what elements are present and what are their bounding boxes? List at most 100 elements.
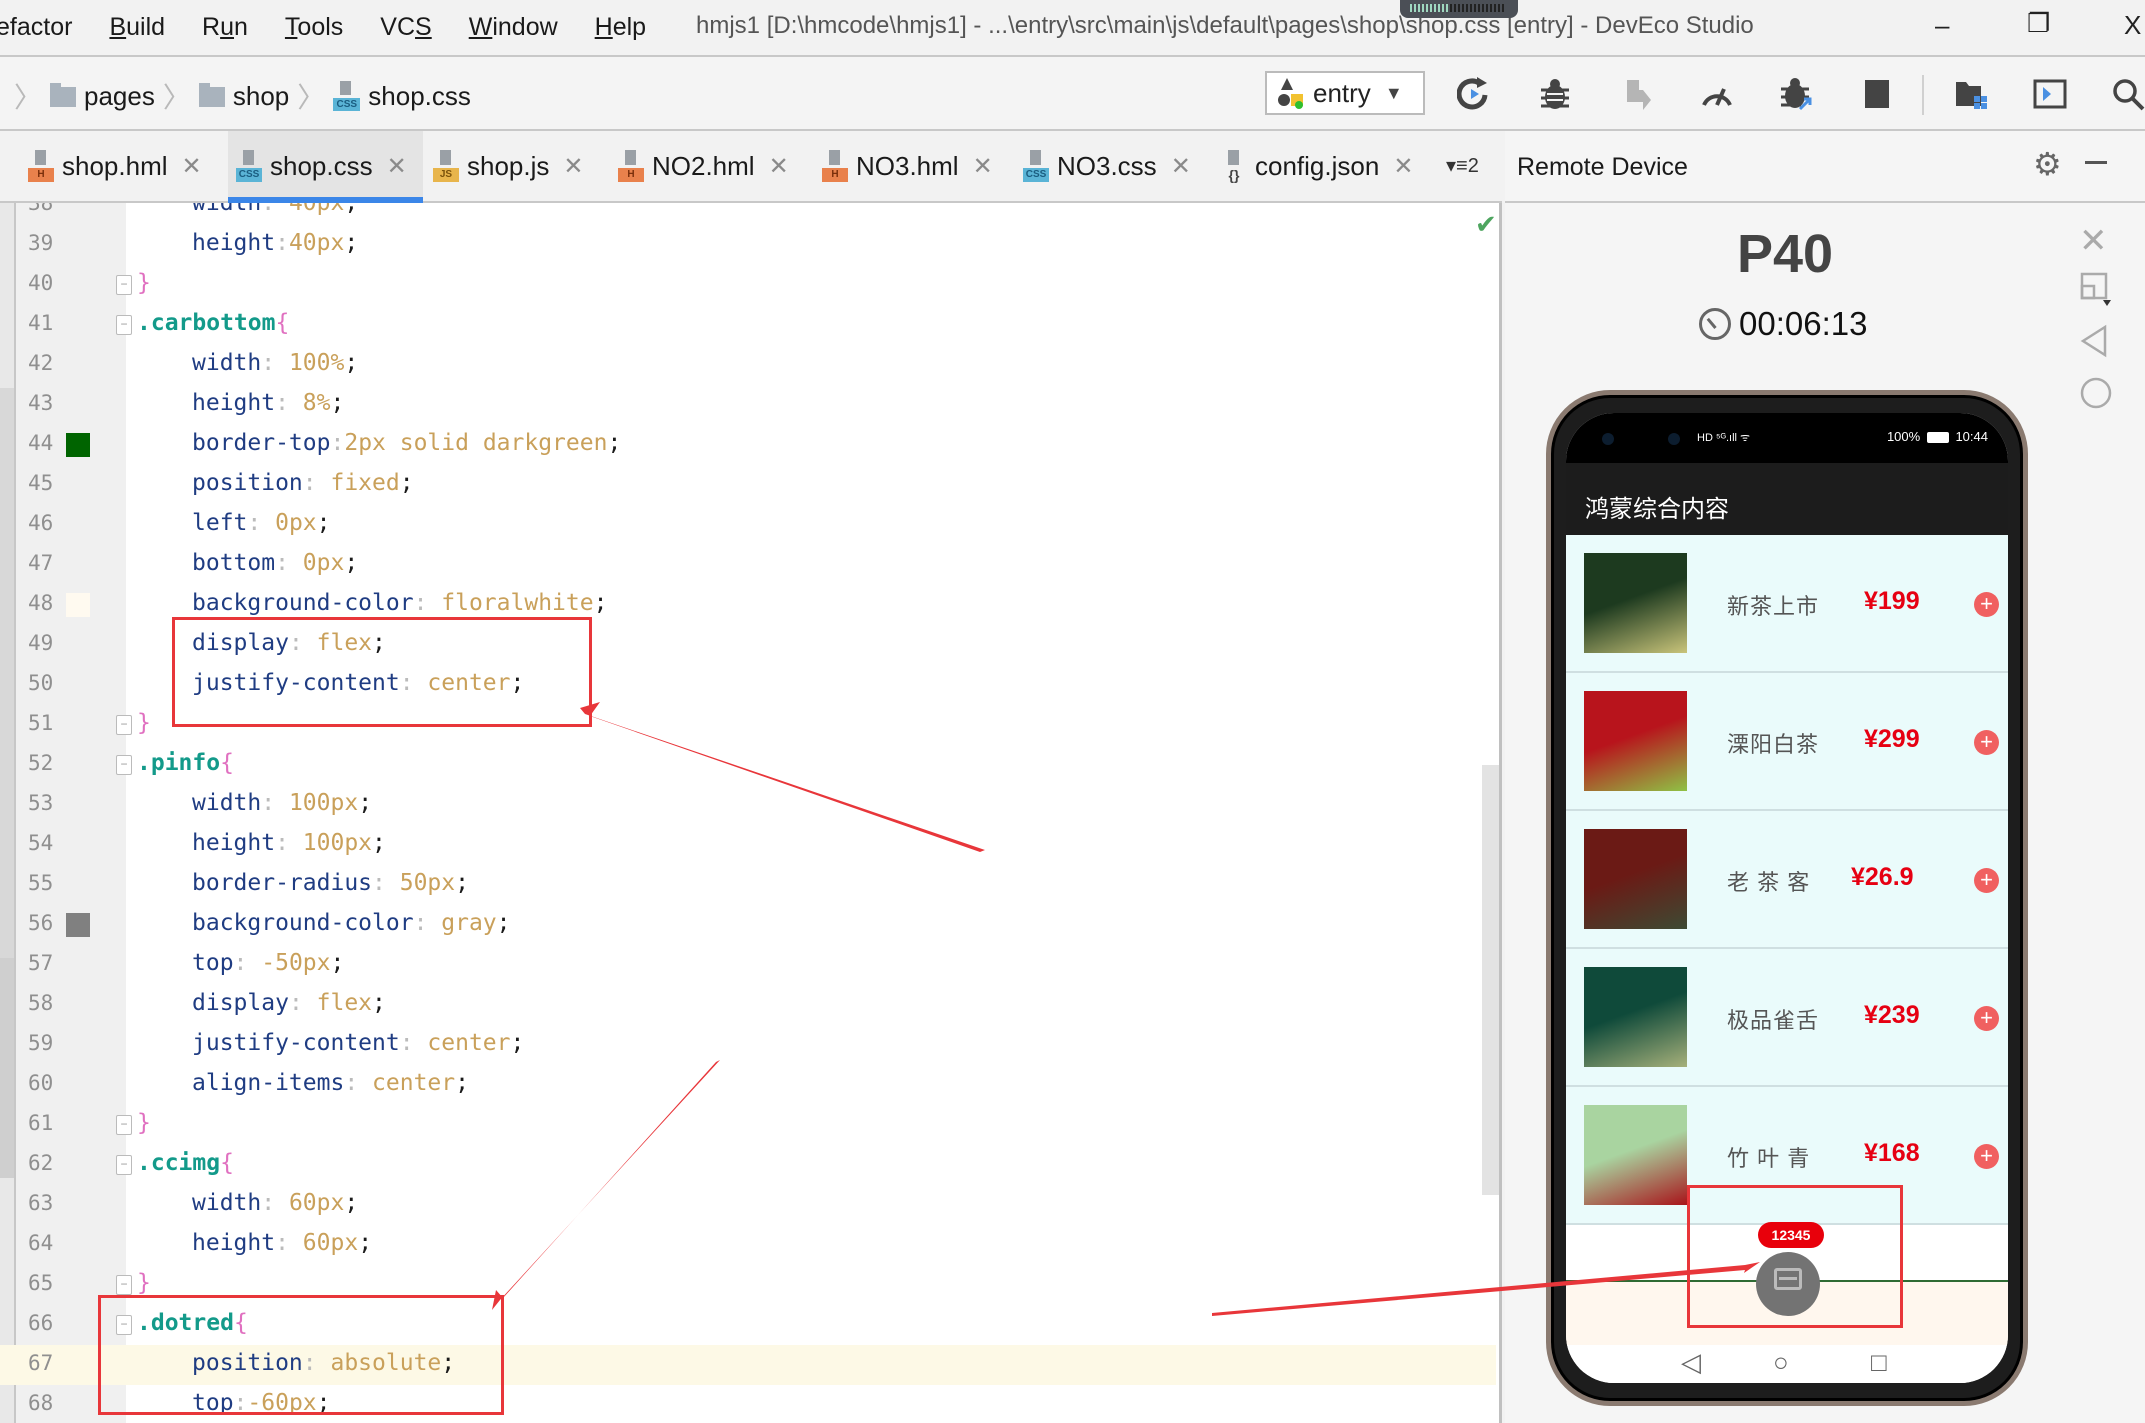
stop-icon[interactable] (1857, 74, 1897, 114)
code-line[interactable]: 52 − .pinfo{ (0, 745, 1496, 785)
menu-efactor[interactable]: efactor (0, 13, 72, 42)
minimize-button[interactable]: – (1935, 10, 1949, 41)
nav-recents-icon[interactable]: □ (1871, 1347, 1887, 1378)
menu-build[interactable]: Build (109, 13, 165, 42)
code-line[interactable]: 67 position: absolute; (0, 1345, 1496, 1385)
code-line[interactable]: 60 align-items: center; (0, 1065, 1496, 1105)
add-to-cart-button[interactable]: + (1974, 1144, 1999, 1169)
cart-button[interactable] (1756, 1252, 1820, 1316)
add-to-cart-button[interactable]: + (1974, 868, 1999, 893)
tab-no2-hml[interactable]: H NO2.hml ✕ (610, 131, 810, 201)
close-tab-icon[interactable]: ✕ (1171, 152, 1191, 181)
code-line[interactable]: 40 −} (0, 265, 1496, 305)
code-line[interactable]: 43 height: 8%; (0, 385, 1496, 425)
nav-back-icon[interactable]: ◁ (1681, 1347, 1701, 1378)
code-line[interactable]: 53 width: 100px; (0, 785, 1496, 825)
fold-end-icon[interactable]: − (116, 1275, 132, 1295)
code-line[interactable]: 66 − .dotred{ (0, 1305, 1496, 1345)
tab-no3-hml[interactable]: H NO3.hml ✕ (814, 131, 1012, 201)
code-line[interactable]: 68 top:-60px; (0, 1385, 1496, 1423)
close-tab-icon[interactable]: ✕ (563, 152, 583, 181)
code-line[interactable]: 49 display: flex; (0, 625, 1496, 665)
close-window-button[interactable]: X (2124, 10, 2141, 41)
code-editor[interactable]: 38 width: 40px; 39 height:40px; 40−} 41− .carb… (0, 203, 1502, 1423)
fold-start-icon[interactable]: − (116, 1155, 132, 1175)
code-line[interactable]: 59 justify-content: center; (0, 1025, 1496, 1065)
add-to-cart-button[interactable]: + (1974, 1006, 1999, 1031)
tab-shop-js[interactable]: JS shop.js ✕ (425, 131, 607, 201)
home-icon[interactable] (2079, 376, 2113, 419)
back-icon[interactable] (2079, 324, 2109, 367)
menu-run[interactable]: Run (202, 13, 248, 42)
editor-scrollbar[interactable] (1482, 765, 1499, 1195)
code-line[interactable]: 51 −} (0, 705, 1496, 745)
close-tab-icon[interactable]: ✕ (387, 152, 407, 181)
menu-vcs[interactable]: VCS (380, 13, 431, 42)
code-line[interactable]: 46 left: 0px; (0, 505, 1496, 545)
fold-end-icon[interactable]: − (116, 1115, 132, 1135)
close-tab-icon[interactable]: ✕ (182, 152, 202, 181)
tab-no3-css[interactable]: CSS NO3.css ✕ (1015, 131, 1210, 201)
tab-config-json[interactable]: {} config.json ✕ (1213, 131, 1433, 201)
color-swatch[interactable] (66, 913, 90, 937)
add-to-cart-button[interactable]: + (1974, 730, 1999, 755)
color-swatch[interactable] (66, 593, 90, 617)
menu-tools[interactable]: Tools (285, 13, 343, 42)
debug-attach-icon[interactable] (1777, 74, 1817, 114)
fold-start-icon[interactable]: − (116, 1315, 132, 1335)
tab-shop-css[interactable]: CSS shop.css ✕ (228, 131, 423, 203)
code-line[interactable]: 39 height:40px; (0, 225, 1496, 265)
profiler-icon[interactable] (1697, 74, 1737, 114)
code-line[interactable]: 41 − .carbottom{ (0, 305, 1496, 345)
breadcrumb-file[interactable]: shop.css (368, 81, 471, 112)
color-swatch[interactable] (66, 433, 90, 457)
no-problems-check-icon[interactable]: ✔ (1475, 209, 1497, 240)
code-line[interactable]: 62 − .ccimg{ (0, 1145, 1496, 1185)
code-line[interactable]: 45 position: fixed; (0, 465, 1496, 505)
tab-shop-hml[interactable]: Hshop.hml ✕ (20, 131, 220, 201)
code-line[interactable]: 61 −} (0, 1105, 1496, 1145)
code-line[interactable]: 58 display: flex; (0, 985, 1496, 1025)
memory-indicator[interactable] (1400, 0, 1518, 18)
code-line[interactable]: 42 width: 100%; (0, 345, 1496, 385)
device-manager-icon[interactable] (2030, 74, 2070, 114)
code-line[interactable]: 65 −} (0, 1265, 1496, 1305)
code-line[interactable]: 54 height: 100px; (0, 825, 1496, 865)
product-item[interactable]: 新茶上市 ¥199 + (1566, 535, 2008, 673)
code-line[interactable]: 50 justify-content: center; (0, 665, 1496, 705)
rerun-icon[interactable] (1454, 74, 1494, 114)
fold-start-icon[interactable]: − (116, 315, 132, 335)
hide-panel-button[interactable] (2085, 161, 2107, 164)
code-line[interactable]: 64 height: 60px; (0, 1225, 1496, 1265)
phone-screen[interactable]: HD ⁵ᴳ.ıll ᯤ 100% 10:44 鸿蒙综合内容 新茶上市 ¥199 + 溧… (1566, 413, 2008, 1383)
rotate-icon[interactable] (2079, 272, 2113, 317)
restore-button[interactable]: ❐ (2027, 8, 2050, 39)
close-tab-icon[interactable]: ✕ (973, 152, 993, 181)
product-item[interactable]: 极品雀舌 ¥239 + (1566, 949, 2008, 1087)
code-line[interactable]: 55 border-radius: 50px; (0, 865, 1496, 905)
fold-start-icon[interactable]: − (116, 755, 132, 775)
code-line[interactable]: 38 width: 40px; (0, 203, 1496, 225)
gear-icon[interactable]: ⚙ (2033, 145, 2062, 183)
fold-end-icon[interactable]: − (116, 715, 132, 735)
project-structure-icon[interactable] (1951, 74, 1991, 114)
close-tab-icon[interactable]: ✕ (1393, 152, 1413, 181)
product-item[interactable]: 竹 叶 青 ¥168 + (1566, 1087, 2008, 1225)
code-line[interactable]: 56 background-color: gray; (0, 905, 1496, 945)
tabs-overflow-button[interactable]: ▾≡2 (1446, 153, 1479, 178)
product-item[interactable]: 老 茶 客 ¥26.9 + (1566, 811, 2008, 949)
code-line[interactable]: 47 bottom: 0px; (0, 545, 1496, 585)
breadcrumb-shop[interactable]: shop (233, 81, 289, 112)
run-config-dropdown[interactable]: entry ▼ (1265, 71, 1425, 115)
fold-end-icon[interactable]: − (116, 275, 132, 295)
close-tab-icon[interactable]: ✕ (769, 152, 789, 181)
code-line[interactable]: 44 border-top:2px solid darkgreen; (0, 425, 1496, 465)
close-icon[interactable]: ✕ (2079, 221, 2108, 261)
debug-icon[interactable] (1535, 74, 1575, 114)
nav-home-icon[interactable]: ○ (1773, 1347, 1789, 1378)
code-line[interactable]: 57 top: -50px; (0, 945, 1496, 985)
add-to-cart-button[interactable]: + (1974, 592, 1999, 617)
attach-debugger-icon[interactable] (1617, 74, 1657, 114)
breadcrumb-pages[interactable]: pages (84, 81, 155, 112)
code-line[interactable]: 48 background-color: floralwhite; (0, 585, 1496, 625)
